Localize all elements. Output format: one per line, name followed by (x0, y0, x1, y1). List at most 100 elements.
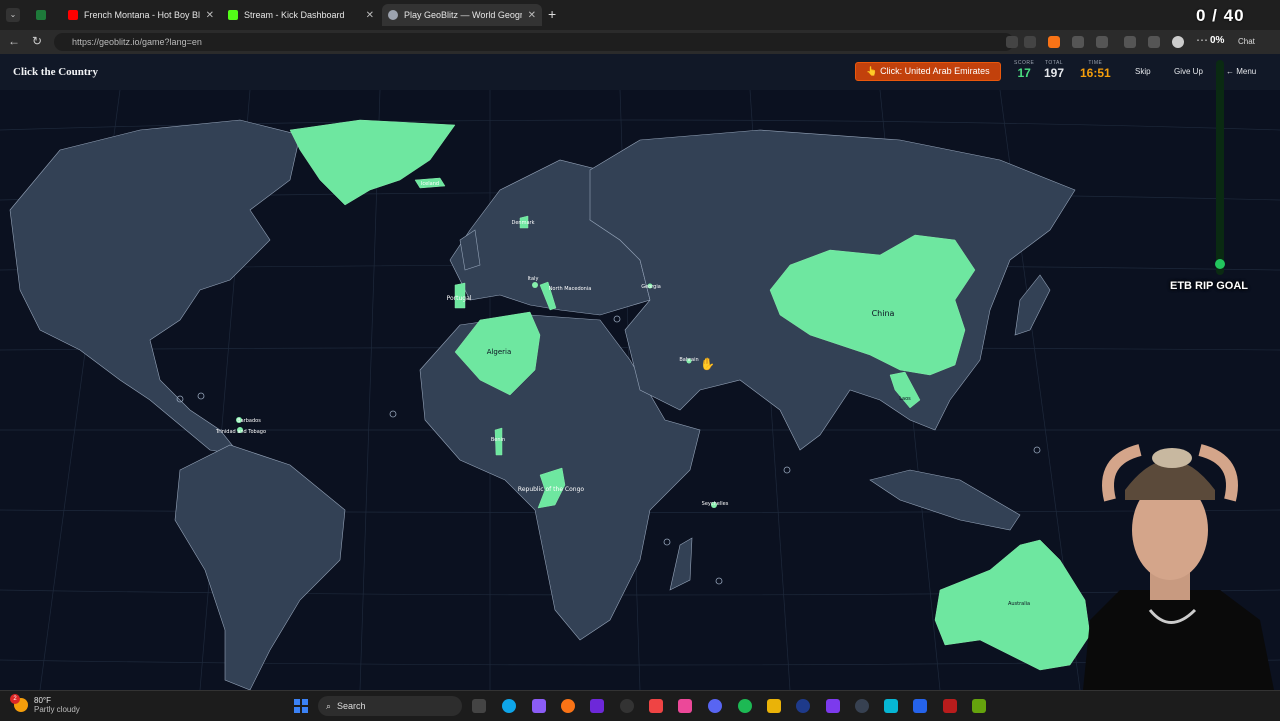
south-america[interactable] (174, 444, 346, 691)
label-north-macedonia: North Macedonia (549, 286, 592, 292)
indonesia[interactable] (869, 469, 1021, 531)
label-bahrain: Bahrain (679, 357, 698, 363)
address-bar-row: ← ↻ https://geoblitz.io/game?lang=en ⋯ 0… (0, 30, 1280, 54)
label-laos: Laos (899, 396, 911, 402)
goal-progress-indicator (1215, 258, 1225, 269)
tab-title: Play GeoBlitz — World Geography (404, 10, 522, 20)
more-icon[interactable]: ⋯ (1196, 33, 1208, 47)
tab-title: French Montana - Hot Boy Bling ft (84, 10, 200, 20)
youtube-icon (68, 10, 78, 20)
app-icon[interactable] (590, 699, 604, 713)
geoblitz-icon (388, 10, 398, 20)
label-china: China (872, 309, 895, 318)
notification-badge: 2 (10, 694, 20, 704)
tab-geoblitz[interactable]: Play GeoBlitz — World Geography ✕ (382, 4, 542, 26)
url-field[interactable]: https://geoblitz.io/game?lang=en (54, 33, 1014, 51)
tab-actions-icon[interactable]: ⌄ (6, 8, 20, 22)
north-america[interactable] (9, 119, 301, 456)
label-denmark: Denmark (512, 220, 535, 226)
app-icon[interactable] (855, 699, 869, 713)
page-title: Click the Country (13, 66, 98, 78)
label-portugal: Portugal (447, 295, 472, 302)
weather-widget[interactable]: 2 80°F Partly cloudy (10, 694, 80, 714)
weather-temp: 80°F (34, 696, 51, 705)
refresh-icon[interactable]: ↻ (32, 34, 42, 48)
extension-icon[interactable] (1072, 36, 1084, 48)
close-tab-icon[interactable]: ✕ (206, 10, 214, 21)
extension-icon[interactable] (1096, 36, 1108, 48)
goal-progress-track (1216, 60, 1224, 275)
favorites-icon[interactable] (1148, 36, 1160, 48)
task-view-icon[interactable] (472, 699, 486, 713)
greenland[interactable] (289, 119, 456, 206)
sheets-icon (36, 10, 46, 20)
time-value: 16:51 (1080, 66, 1111, 80)
percent-overlay: 0% (1210, 35, 1225, 46)
label-algeria: Algeria (487, 348, 512, 356)
label-benin: Benin (491, 437, 505, 443)
score-value: 17 (1017, 66, 1031, 80)
weather-desc: Partly cloudy (34, 705, 80, 714)
taskbar-search[interactable]: ⌕ Search (318, 696, 462, 716)
total-value: 197 (1044, 66, 1065, 80)
file-explorer-icon[interactable] (767, 699, 781, 713)
webcam-overlay (1060, 420, 1280, 720)
label-trinidad: Trinidad and Tobago (215, 429, 266, 435)
obs-icon[interactable] (620, 699, 634, 713)
chat-button[interactable]: Chat (1238, 37, 1255, 46)
japan[interactable] (1014, 274, 1051, 336)
score-stat: SCORE 17 (1014, 60, 1034, 80)
goal-overlay-text: ETB RIP GOAL (1170, 280, 1249, 292)
star-icon[interactable] (1024, 36, 1036, 48)
cap-logo (1152, 448, 1192, 468)
search-placeholder: Search (337, 701, 366, 711)
windows-taskbar: 2 80°F Partly cloudy ⌕ Search (0, 690, 1280, 721)
browser-tab-bar: ⌄ French Montana - Hot Boy Bling ft ✕ St… (0, 0, 1280, 30)
menu-button[interactable]: ← Menu (1226, 67, 1256, 76)
target-country-prompt: 👆 Click: United Arab Emirates (855, 62, 1001, 81)
spotify-icon[interactable] (738, 699, 752, 713)
extension-icon[interactable] (1048, 36, 1060, 48)
copilot-icon[interactable] (532, 699, 546, 713)
split-screen-icon[interactable] (1124, 36, 1136, 48)
madagascar[interactable] (669, 537, 693, 591)
steam-icon[interactable] (796, 699, 810, 713)
app-icon[interactable] (826, 699, 840, 713)
fx-icon[interactable] (913, 699, 927, 713)
tab-youtube[interactable]: French Montana - Hot Boy Bling ft ✕ (62, 4, 220, 26)
app-icon[interactable] (884, 699, 898, 713)
skip-button[interactable]: Skip (1135, 67, 1151, 76)
back-icon[interactable]: ← (8, 34, 20, 48)
reader-icon[interactable] (1006, 36, 1018, 48)
total-stat: TOTAL 197 (1044, 60, 1064, 80)
label-seychelles: Seychelles (702, 501, 729, 507)
windows-start-icon[interactable] (294, 699, 308, 713)
tab-kick-dashboard[interactable]: Stream - Kick Dashboard ✕ (222, 4, 380, 26)
label-barbados: Barbados (237, 418, 261, 424)
pinned-tab[interactable] (30, 4, 62, 26)
search-icon: ⌕ (326, 700, 332, 711)
music-icon[interactable] (678, 699, 692, 713)
time-stat: TIME 16:51 (1080, 60, 1111, 80)
label-georgia: Georgia (641, 284, 661, 290)
app-icon[interactable] (649, 699, 663, 713)
firefox-icon[interactable] (561, 699, 575, 713)
kick-icon (228, 10, 238, 20)
new-tab-icon[interactable]: + (548, 6, 556, 22)
close-tab-icon[interactable]: ✕ (366, 10, 374, 21)
valorant-icon[interactable] (943, 699, 957, 713)
hand-cursor-icon: ✋ (700, 357, 715, 371)
close-tab-icon[interactable]: ✕ (528, 10, 536, 21)
tab-title: Stream - Kick Dashboard (244, 10, 345, 20)
label-iceland: Iceland (421, 181, 439, 187)
edge-icon[interactable] (502, 699, 516, 713)
label-australia: Australia (1008, 601, 1030, 607)
give-up-button[interactable]: Give Up (1174, 67, 1203, 76)
weather-icon: 2 (10, 694, 28, 712)
game-header: Click the Country 👆 Click: United Arab E… (0, 54, 1280, 91)
stream-counter-overlay: 0 / 40 (1196, 6, 1245, 25)
url-text: https://geoblitz.io/game?lang=en (72, 37, 202, 47)
app-icon[interactable] (972, 699, 986, 713)
discord-icon[interactable] (708, 699, 722, 713)
avatar[interactable] (1172, 36, 1184, 48)
